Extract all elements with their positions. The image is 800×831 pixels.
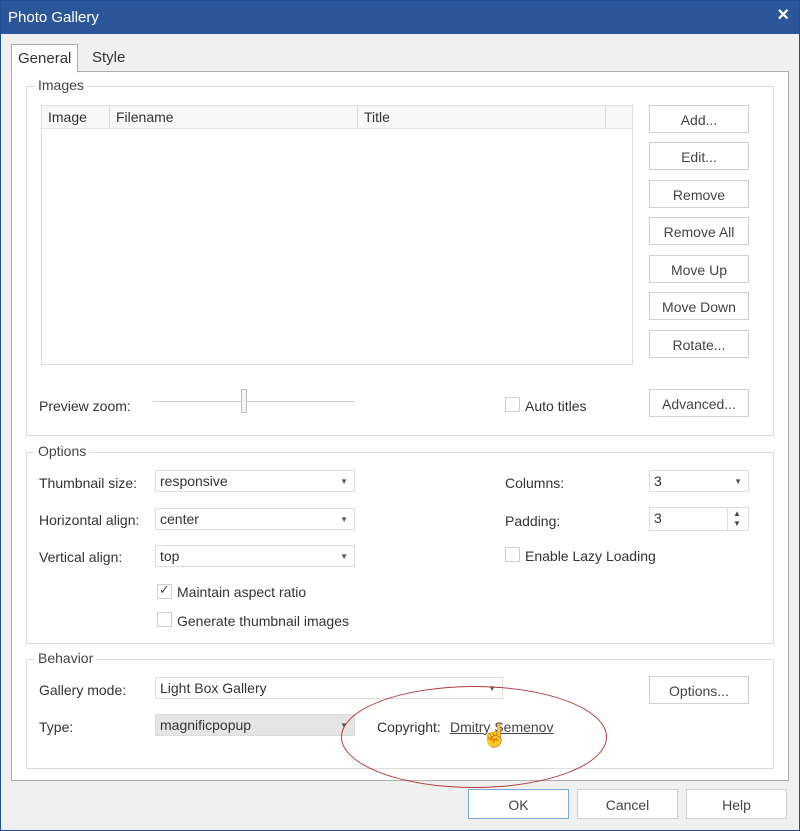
vertical-align-select[interactable]: top ▼	[155, 545, 355, 567]
chevron-down-icon: ▼	[340, 515, 348, 524]
options-group-title: Options	[35, 443, 90, 459]
column-header-title[interactable]: Title	[358, 106, 606, 128]
behavior-group-title: Behavior	[35, 650, 97, 666]
add-button[interactable]: Add...	[649, 105, 749, 133]
advanced-button[interactable]: Advanced...	[649, 389, 749, 417]
move-up-button[interactable]: Move Up	[649, 255, 749, 283]
cancel-button[interactable]: Cancel	[577, 789, 678, 819]
auto-titles-label: Auto titles	[525, 398, 587, 414]
horizontal-align-select[interactable]: center ▼	[155, 508, 355, 530]
thumbnail-size-select[interactable]: responsive ▼	[155, 470, 355, 492]
column-header-filename[interactable]: Filename	[110, 106, 358, 128]
stepper-buttons: ▲ ▼	[727, 508, 748, 530]
horizontal-align-value: center	[160, 511, 199, 527]
chevron-up-icon[interactable]: ▲	[733, 509, 741, 518]
move-down-button[interactable]: Move Down	[649, 292, 749, 320]
thumbnail-size-label: Thumbnail size:	[39, 475, 138, 491]
options-group: Options Thumbnail size: responsive ▼ Hor…	[26, 443, 774, 644]
preview-zoom-track[interactable]	[153, 401, 355, 402]
gallery-mode-value: Light Box Gallery	[160, 680, 267, 696]
annotation-ellipse	[341, 686, 607, 788]
horizontal-align-label: Horizontal align:	[39, 512, 140, 528]
preview-zoom-label: Preview zoom:	[39, 398, 131, 414]
columns-label: Columns:	[505, 475, 565, 491]
generate-thumbs-checkbox[interactable]	[157, 612, 172, 627]
chevron-down-icon: ▼	[734, 477, 742, 486]
behavior-options-button[interactable]: Options...	[649, 676, 749, 704]
maintain-aspect-checkbox[interactable]: ✓	[157, 582, 172, 599]
remove-all-button[interactable]: Remove All	[649, 217, 749, 245]
help-button[interactable]: Help	[686, 789, 787, 819]
images-list[interactable]: Image Filename Title	[41, 105, 633, 365]
vertical-align-value: top	[160, 548, 180, 564]
vertical-align-label: Vertical align:	[39, 549, 123, 565]
type-value: magnificpopup	[160, 717, 252, 733]
columns-select[interactable]: 3 ▼	[649, 470, 749, 492]
ok-button[interactable]: OK	[468, 789, 569, 819]
rotate-button[interactable]: Rotate...	[649, 330, 749, 358]
padding-stepper[interactable]: 3 ▲ ▼	[649, 507, 749, 531]
column-header-image[interactable]: Image	[42, 106, 110, 128]
images-list-header: Image Filename Title	[42, 106, 632, 129]
lazy-loading-label: Enable Lazy Loading	[525, 548, 656, 564]
gallery-mode-label: Gallery mode:	[39, 682, 127, 698]
preview-zoom-slider-thumb[interactable]	[240, 389, 247, 413]
auto-titles-checkbox[interactable]	[505, 397, 520, 412]
tab-general[interactable]: General	[11, 44, 79, 73]
titlebar: Photo Gallery ×	[1, 1, 799, 34]
edit-button[interactable]: Edit...	[649, 142, 749, 170]
checkmark-icon: ✓	[159, 582, 170, 597]
generate-thumbs-label: Generate thumbnail images	[177, 613, 349, 629]
chevron-down-icon[interactable]: ▼	[733, 519, 741, 528]
maintain-aspect-label: Maintain aspect ratio	[177, 584, 307, 600]
window-title: Photo Gallery	[8, 9, 99, 26]
images-group-title: Images	[35, 77, 87, 93]
tab-style[interactable]: Style	[86, 44, 131, 71]
thumbnail-size-value: responsive	[160, 473, 228, 489]
columns-value: 3	[654, 473, 662, 489]
images-group: Images Image Filename Title Add... Edit.…	[26, 77, 774, 436]
type-select[interactable]: magnificpopup ▼	[155, 714, 355, 736]
general-tab-panel: Images Image Filename Title Add... Edit.…	[11, 71, 789, 781]
type-label: Type:	[39, 719, 74, 735]
chevron-down-icon: ▼	[340, 552, 348, 561]
padding-value: 3	[654, 510, 662, 526]
padding-label: Padding:	[505, 513, 561, 529]
lazy-loading-checkbox[interactable]	[505, 547, 520, 562]
hand-cursor-icon: ☝	[481, 723, 509, 748]
remove-button[interactable]: Remove	[649, 180, 749, 208]
photo-gallery-dialog: Photo Gallery × General Style Images Ima…	[0, 0, 800, 831]
chevron-down-icon: ▼	[340, 477, 348, 486]
close-icon[interactable]: ×	[777, 4, 789, 27]
